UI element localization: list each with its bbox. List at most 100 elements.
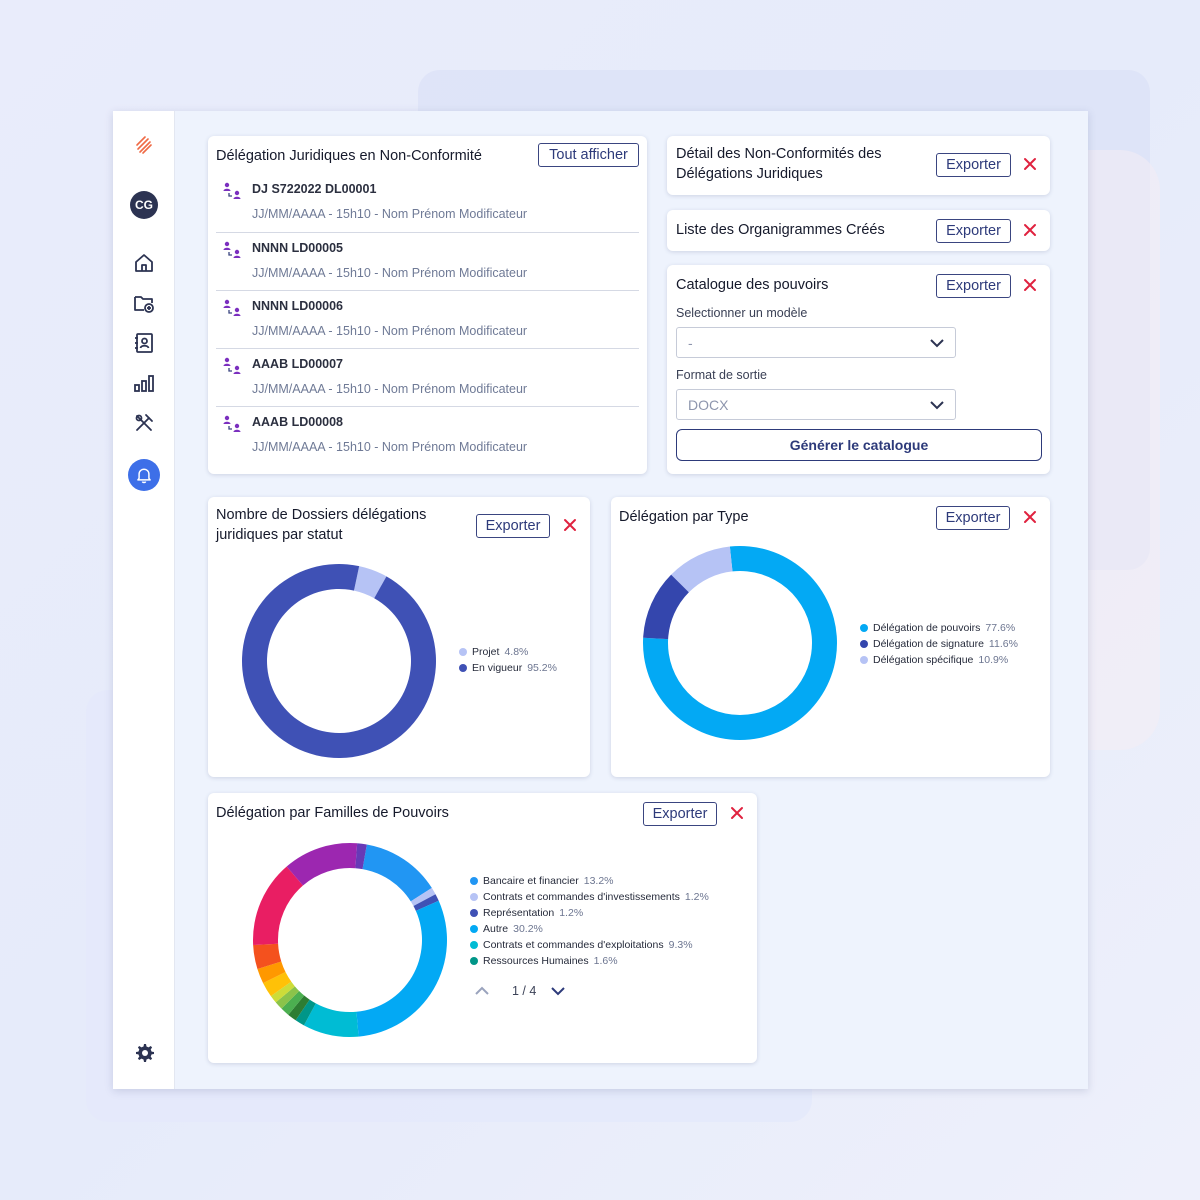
delegation-users-icon — [221, 297, 243, 319]
catalogue-card: Catalogue des pouvoirs Exporter Selectio… — [667, 265, 1050, 474]
non-conformity-card: Délégation Juridiques en Non-Conformité … — [208, 136, 647, 474]
legend-percent: 4.8% — [504, 646, 529, 658]
legend-item[interactable]: Contrats et commandes d'exploitations 9.3… — [470, 937, 709, 953]
legend-percent: 9.3% — [668, 939, 693, 951]
close-icon[interactable] — [562, 517, 578, 533]
export-button[interactable]: Exporter — [936, 506, 1010, 530]
logo-icon[interactable] — [129, 129, 159, 159]
pager-text: 1 / 4 — [512, 984, 537, 998]
close-icon[interactable] — [1022, 277, 1038, 293]
home-icon[interactable] — [129, 248, 159, 278]
avatar[interactable]: CG — [130, 191, 158, 219]
legend-label: Projet — [472, 646, 500, 658]
model-label: Selectionner un modèle — [676, 306, 808, 320]
bar-chart-icon[interactable] — [129, 368, 159, 398]
donut-slice[interactable] — [242, 564, 436, 758]
legend-item[interactable]: Projet 4.8% — [459, 644, 557, 660]
contacts-icon[interactable] — [129, 328, 159, 358]
export-button[interactable]: Exporter — [936, 219, 1011, 243]
legend-dot — [459, 648, 467, 656]
families-chart-card: Délégation par Familles de Pouvoirs Expo… — [208, 793, 757, 1063]
type-chart-card: Délégation par Type Exporter Délégation … — [611, 497, 1050, 777]
legend-item[interactable]: Représentation 1.2% — [470, 905, 709, 921]
chevron-up-icon[interactable] — [474, 985, 490, 997]
legend-dot — [860, 656, 868, 664]
legend-label: Délégation de signature — [873, 638, 984, 650]
legend-percent: 30.2% — [513, 923, 543, 935]
list-item-subtitle: JJ/MM/AAAA - 15h10 - Nom Prénom Modifica… — [252, 324, 528, 338]
chevron-down-icon[interactable] — [550, 985, 566, 997]
donut-slice[interactable] — [362, 844, 432, 902]
donut-slice[interactable] — [356, 900, 447, 1037]
card-title-line: Délégations Juridiques — [676, 166, 823, 182]
card-title: Nombre de Dossiers délégations juridique… — [216, 505, 426, 545]
card-title: Délégation Juridiques en Non-Conformité — [216, 148, 482, 164]
legend-label: Délégation de pouvoirs — [873, 622, 981, 634]
folder-add-icon[interactable] — [129, 288, 159, 318]
legend-dot — [470, 925, 478, 933]
list-item[interactable]: DJ S722022 DL00001 JJ/MM/AAAA - 15h10 - N… — [216, 174, 639, 232]
close-icon[interactable] — [1022, 509, 1038, 525]
export-button[interactable]: Exporter — [476, 514, 550, 538]
chevron-down-icon — [930, 339, 944, 348]
list-item[interactable]: NNNN LD00006 JJ/MM/AAAA - 15h10 - Nom Pré… — [216, 290, 639, 348]
close-icon[interactable] — [1022, 222, 1038, 238]
legend-label: Ressources Humaines — [483, 955, 589, 967]
status-chart-card: Nombre de Dossiers délégations juridique… — [208, 497, 590, 777]
legend-pager: 1 / 4 — [474, 984, 566, 998]
detail-non-conformity-card: Détail des Non-Conformités des Délégatio… — [667, 136, 1050, 195]
legend-item[interactable]: Délégation spécifique 10.9% — [860, 652, 1018, 668]
legend-item[interactable]: En vigueur 95.2% — [459, 660, 557, 676]
list-item-title: NNNN LD00005 — [252, 241, 344, 255]
chevron-down-icon — [930, 401, 944, 410]
delegation-users-icon — [221, 180, 243, 202]
legend-label: Bancaire et financier — [483, 875, 579, 887]
app-window: CG Délégation Juridiques en Non-Conformi… — [113, 111, 1088, 1089]
export-button[interactable]: Exporter — [643, 802, 717, 826]
legend-item[interactable]: Contrats et commandes d'investissements 1… — [470, 889, 709, 905]
export-button[interactable]: Exporter — [936, 153, 1011, 177]
legend-dot — [860, 624, 868, 632]
model-select-value: - — [688, 335, 693, 351]
list-item[interactable]: NNNN LD00005 JJ/MM/AAAA - 15h10 - Nom Pré… — [216, 232, 639, 290]
legend-percent: 95.2% — [527, 662, 557, 674]
sidebar: CG — [113, 111, 175, 1089]
close-icon[interactable] — [729, 805, 745, 821]
avatar-initials: CG — [135, 198, 153, 212]
legend-label: En vigueur — [472, 662, 523, 674]
legend-item[interactable]: Autre 30.2% — [470, 921, 709, 937]
legend-item[interactable]: Délégation de pouvoirs 77.6% — [860, 620, 1018, 636]
generate-catalogue-button[interactable]: Générer le catalogue — [676, 429, 1042, 461]
show-all-button[interactable]: Tout afficher — [538, 143, 639, 167]
list-item[interactable]: AAAB LD00007 JJ/MM/AAAA - 15h10 - Nom Pré… — [216, 348, 639, 406]
legend-label: Contrats et commandes d'investissements — [483, 891, 680, 903]
legend-percent: 77.6% — [985, 622, 1016, 634]
list-item-title: AAAB LD00008 — [252, 415, 344, 429]
legend-dot — [470, 877, 478, 885]
export-button[interactable]: Exporter — [936, 274, 1011, 298]
org-chart-list-card: Liste des Organigrammes Créés Exporter — [667, 210, 1050, 251]
list-item-title: NNNN LD00006 — [252, 299, 344, 313]
format-select[interactable]: DOCX — [676, 389, 956, 420]
tools-icon[interactable] — [129, 408, 159, 438]
legend-item[interactable]: Délégation de signature 11.6% — [860, 636, 1018, 652]
legend-percent: 11.6% — [988, 638, 1018, 650]
legend-dot — [459, 664, 467, 672]
close-icon[interactable] — [1022, 156, 1038, 172]
legend-percent: 13.2% — [583, 875, 614, 887]
donut-slice[interactable] — [253, 866, 303, 946]
list-item-title: AAAB LD00007 — [252, 357, 344, 371]
list-item-subtitle: JJ/MM/AAAA - 15h10 - Nom Prénom Modifica… — [252, 440, 528, 454]
legend-item[interactable]: Bancaire et financier 13.2% — [470, 873, 709, 889]
donut-chart — [253, 843, 447, 1037]
model-select[interactable]: - — [676, 327, 956, 358]
settings-icon[interactable] — [129, 1038, 159, 1068]
legend-item[interactable]: Ressources Humaines 1.6% — [470, 953, 709, 969]
card-title-line: Nombre de Dossiers délégations — [216, 507, 427, 523]
donut-chart — [643, 546, 837, 740]
chart-legend: Projet 4.8% En vigueur 95.2% — [459, 644, 557, 676]
main-content: Délégation Juridiques en Non-Conformité … — [175, 111, 1088, 1089]
legend-dot — [470, 941, 478, 949]
bell-icon[interactable] — [128, 459, 160, 491]
list-item[interactable]: AAAB LD00008 JJ/MM/AAAA - 15h10 - Nom Pré… — [216, 406, 639, 464]
